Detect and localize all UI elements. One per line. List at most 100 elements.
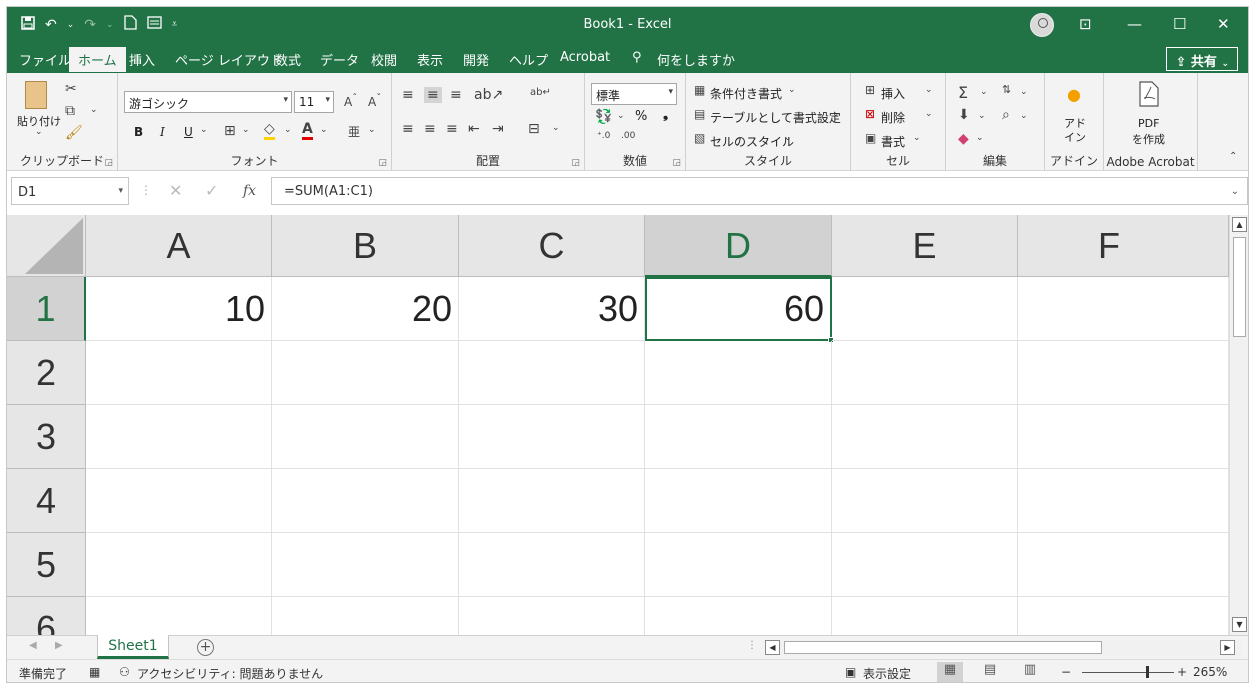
cell-b2[interactable] [272, 341, 459, 405]
share-button[interactable]: ⇪ 共有 ⌄ [1166, 47, 1238, 71]
borders-dropdown-icon[interactable]: ⌄ [242, 125, 250, 135]
addins-icon[interactable]: ● [1067, 85, 1081, 104]
row-header-1[interactable]: 1 [7, 277, 86, 341]
cell-c3[interactable] [459, 405, 645, 469]
tab-file[interactable]: ファイル [19, 50, 71, 69]
page-break-view-icon[interactable]: ▥ [1017, 662, 1043, 682]
decrease-decimal-icon[interactable]: .00 [621, 131, 635, 141]
conditional-format-button[interactable]: 条件付き書式 [710, 85, 782, 102]
create-pdf-line1[interactable]: PDF [1138, 117, 1159, 130]
increase-decimal-icon[interactable]: ⁺.0 [597, 131, 610, 141]
orientation-icon[interactable]: ab↗ [474, 87, 503, 103]
cell-c5[interactable] [459, 533, 645, 597]
sheet-next-icon[interactable]: ▶ [55, 640, 63, 651]
expand-formula-icon[interactable]: ⌄ [1231, 186, 1239, 197]
cell-a2[interactable] [86, 341, 272, 405]
cell-b4[interactable] [272, 469, 459, 533]
cell-f4[interactable] [1018, 469, 1229, 533]
tab-acrobat[interactable]: Acrobat [560, 50, 610, 65]
column-header-f[interactable]: F [1018, 215, 1229, 277]
minimize-button[interactable]: — [1127, 15, 1142, 33]
row-header-4[interactable]: 4 [7, 469, 86, 533]
tab-formulas[interactable]: 数式 [275, 50, 301, 69]
cell-c2[interactable] [459, 341, 645, 405]
find-select-icon[interactable]: ⌕ [1002, 107, 1010, 123]
add-sheet-icon[interactable]: + [197, 639, 214, 656]
cell-f1[interactable] [1018, 277, 1229, 341]
tab-data[interactable]: データ [320, 50, 359, 69]
ribbon-display-options-icon[interactable]: ⊡ [1079, 15, 1092, 33]
fill-color-dropdown-icon[interactable]: ⌄ [284, 125, 292, 135]
fill-icon[interactable]: ⬇ [958, 107, 970, 123]
dialog-launcher-icon[interactable]: ◲ [672, 158, 681, 168]
merge-center-icon[interactable]: ⊟ [528, 121, 540, 137]
select-all-button[interactable] [7, 215, 86, 277]
collapse-ribbon-icon[interactable]: ⌃ [1229, 151, 1237, 162]
row-header-5[interactable]: 5 [7, 533, 86, 597]
vertical-scroll-thumb[interactable] [1233, 237, 1246, 337]
cell-e2[interactable] [832, 341, 1018, 405]
horizontal-scroll-thumb[interactable] [784, 641, 1102, 654]
row-header-2[interactable]: 2 [7, 341, 86, 405]
sort-filter-dropdown-icon[interactable]: ⌄ [1020, 87, 1028, 97]
autosum-icon[interactable]: Σ [958, 83, 968, 102]
cell-styles-button[interactable]: セルのスタイル [710, 133, 794, 150]
clear-dropdown-icon[interactable]: ⌄ [976, 133, 984, 143]
tab-developer[interactable]: 開発 [463, 50, 489, 69]
resize-handle-icon[interactable]: ⋮ [140, 183, 152, 197]
paste-dropdown-icon[interactable]: ⌄ [35, 127, 43, 137]
format-painter-icon[interactable]: 🖌 [65, 125, 83, 141]
cancel-icon[interactable]: ✕ [169, 181, 182, 200]
cell-d4[interactable] [645, 469, 832, 533]
cell-f5[interactable] [1018, 533, 1229, 597]
cell-e3[interactable] [832, 405, 1018, 469]
cell-e6[interactable] [832, 597, 1018, 635]
cell-f6[interactable] [1018, 597, 1229, 635]
tab-view[interactable]: 表示 [417, 50, 443, 69]
cell-a4[interactable] [86, 469, 272, 533]
zoom-level[interactable]: 265% [1193, 665, 1227, 679]
addins-button[interactable]: アド イン [1059, 117, 1091, 145]
delete-cells-button[interactable]: 削除 [881, 109, 905, 126]
font-color-icon[interactable]: A [302, 121, 313, 140]
pdf-icon[interactable] [1138, 81, 1160, 111]
dialog-launcher-icon[interactable]: ◲ [571, 158, 580, 168]
sort-filter-icon[interactable]: ⇅ [1002, 83, 1011, 96]
cell-a5[interactable] [86, 533, 272, 597]
column-header-e[interactable]: E [832, 215, 1018, 277]
cell-d5[interactable] [645, 533, 832, 597]
font-name-select[interactable]: 游ゴシック ▾ [124, 91, 292, 113]
tab-split-handle-icon[interactable]: ⋮ [747, 640, 757, 651]
tab-review[interactable]: 校閲 [371, 50, 397, 69]
format-as-table-button[interactable]: テーブルとして書式設定 [710, 109, 841, 126]
sheet-tab-sheet1[interactable]: Sheet1 [97, 635, 169, 659]
insert-cells-button[interactable]: 挿入 [881, 85, 905, 102]
cell-c1[interactable]: 30 [459, 277, 645, 341]
scroll-down-icon[interactable]: ▼ [1232, 617, 1247, 632]
copy-icon[interactable]: ⧉ [65, 103, 75, 119]
currency-dropdown-icon[interactable]: ⌄ [617, 111, 625, 121]
underline-button[interactable]: U [184, 125, 193, 139]
decrease-indent-icon[interactable]: ⇤ [468, 121, 480, 137]
tab-insert[interactable]: 挿入 [129, 50, 155, 69]
display-settings-button[interactable]: 表示設定 [863, 665, 911, 682]
paste-icon[interactable] [25, 81, 47, 109]
merge-dropdown-icon[interactable]: ⌄ [552, 123, 560, 133]
number-format-select[interactable]: 標準 ▾ [591, 83, 677, 105]
italic-button[interactable]: I [160, 125, 165, 139]
tab-page-layout[interactable]: ページ レイアウト [175, 50, 283, 69]
scroll-left-icon[interactable]: ◀ [765, 640, 780, 655]
autosum-dropdown-icon[interactable]: ⌄ [980, 87, 988, 97]
cell-a1[interactable]: 10 [86, 277, 272, 341]
vertical-scrollbar[interactable]: ▲ ▼ [1229, 215, 1248, 635]
find-dropdown-icon[interactable]: ⌄ [1020, 111, 1028, 121]
row-header-3[interactable]: 3 [7, 405, 86, 469]
create-pdf-line2[interactable]: を作成 [1132, 131, 1165, 147]
cell-b6[interactable] [272, 597, 459, 635]
column-header-a[interactable]: A [86, 215, 272, 277]
borders-icon[interactable]: ⊞ [224, 123, 236, 139]
align-bottom-icon[interactable]: ≡ [450, 87, 462, 103]
cut-icon[interactable]: ✂ [65, 81, 77, 97]
enter-icon[interactable]: ✓ [205, 181, 218, 200]
cell-d1[interactable]: 60 [645, 277, 832, 341]
